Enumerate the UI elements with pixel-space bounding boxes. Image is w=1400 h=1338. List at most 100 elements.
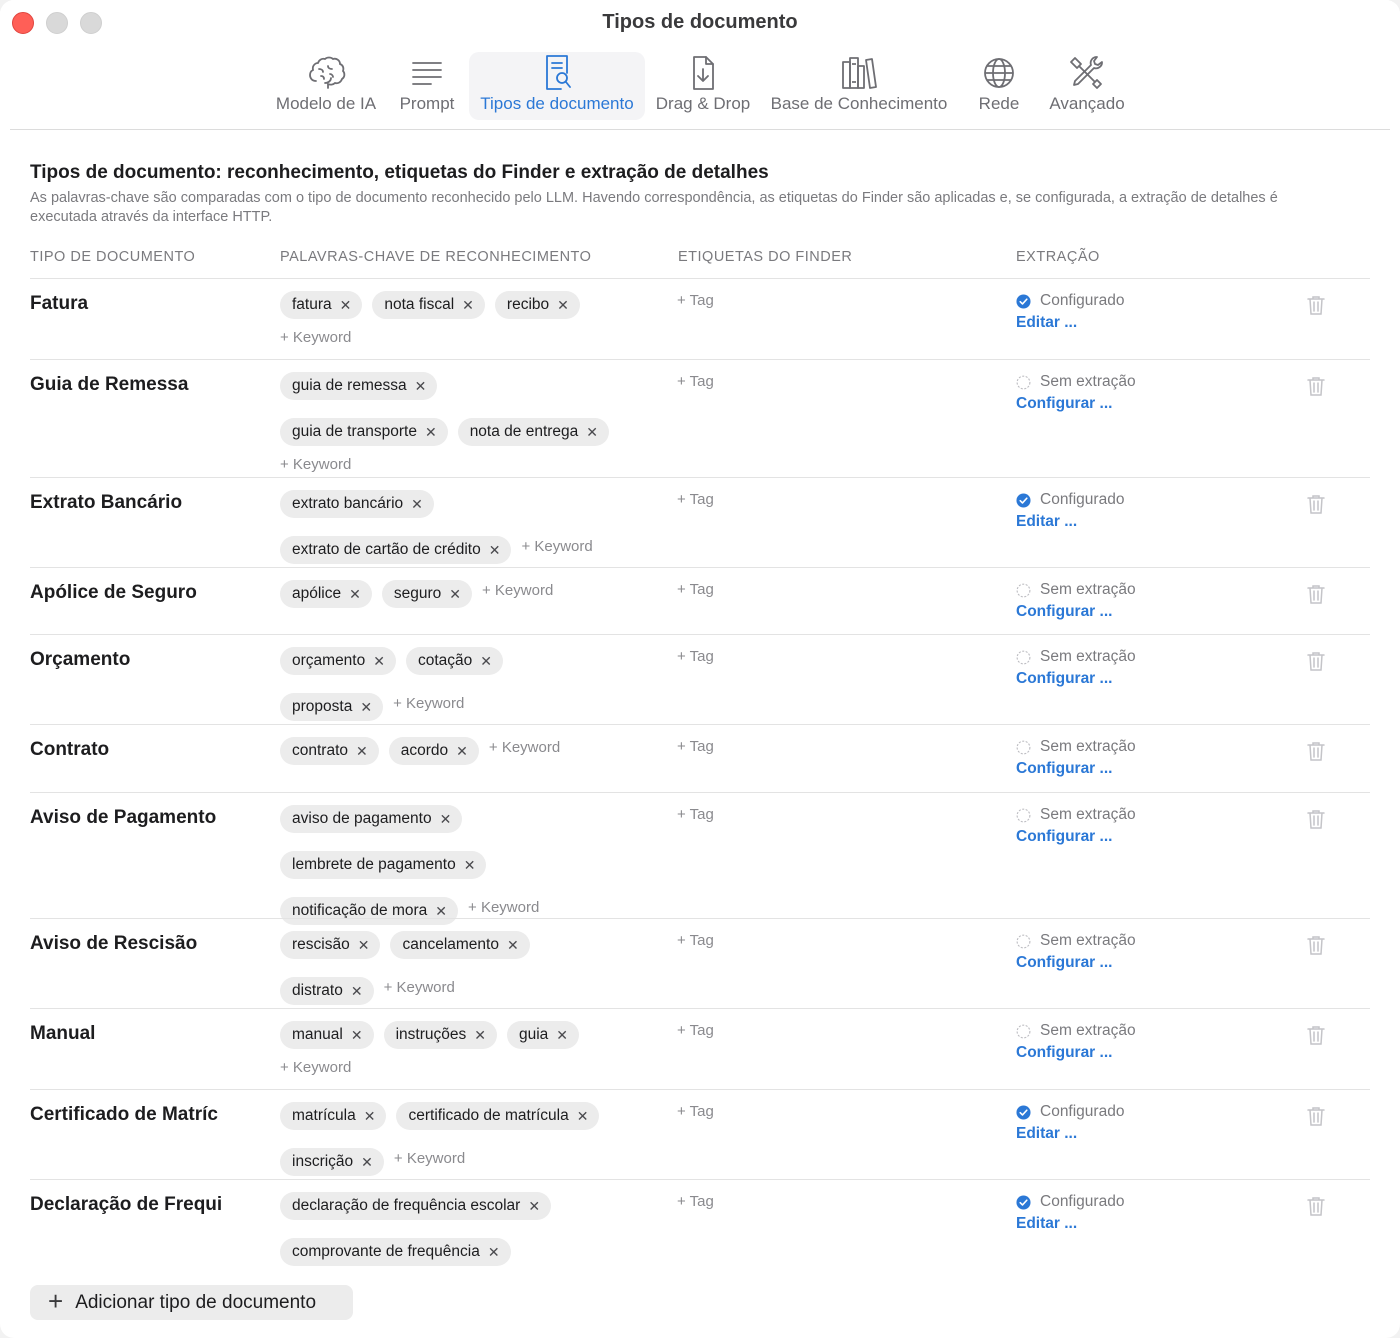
doc-type-name[interactable]: Aviso de Rescisão xyxy=(30,933,230,955)
remove-keyword-icon[interactable]: ✕ xyxy=(480,653,492,670)
add-keyword-button[interactable]: + Keyword xyxy=(482,581,553,607)
remove-keyword-icon[interactable]: ✕ xyxy=(507,937,519,954)
keyword-chip: instruções ✕ xyxy=(383,1021,497,1049)
doc-type-name[interactable]: Fatura xyxy=(30,293,230,315)
remove-keyword-icon[interactable]: ✕ xyxy=(360,699,372,716)
add-tag-button[interactable]: + Tag xyxy=(677,1103,714,1120)
add-keyword-button[interactable]: + Keyword xyxy=(393,694,464,720)
edit-extraction-link[interactable]: Editar ... xyxy=(1016,513,1124,531)
add-keyword-button[interactable]: + Keyword xyxy=(521,537,592,563)
remove-keyword-icon[interactable]: ✕ xyxy=(556,1027,568,1044)
add-tag-button[interactable]: + Tag xyxy=(677,491,714,508)
edit-extraction-link[interactable]: Editar ... xyxy=(1016,314,1124,332)
doc-type-name[interactable]: Certificado de Matríc xyxy=(30,1104,230,1126)
add-tag-button[interactable]: + Tag xyxy=(677,1193,714,1210)
remove-keyword-icon[interactable]: ✕ xyxy=(351,1027,363,1044)
doc-type-name[interactable]: Extrato Bancário xyxy=(30,492,230,514)
trash-icon[interactable] xyxy=(1306,650,1326,672)
configure-extraction-link[interactable]: Configurar ... xyxy=(1016,603,1136,621)
trash-icon[interactable] xyxy=(1306,808,1326,830)
doc-type-name[interactable]: Aviso de Pagamento xyxy=(30,807,230,829)
remove-keyword-icon[interactable]: ✕ xyxy=(364,1108,376,1125)
add-keyword-button[interactable]: + Keyword xyxy=(394,1149,465,1175)
trash-icon[interactable] xyxy=(1306,1195,1326,1217)
column-header-finder-tags: ETIQUETAS DO FINDER xyxy=(678,249,853,265)
remove-keyword-icon[interactable]: ✕ xyxy=(449,586,461,603)
doc-type-name[interactable]: Declaração de Frequi xyxy=(30,1194,230,1216)
add-keyword-button[interactable]: + Keyword xyxy=(489,738,560,764)
doc-type-name[interactable]: Orçamento xyxy=(30,649,230,671)
edit-extraction-link[interactable]: Editar ... xyxy=(1016,1215,1124,1233)
remove-keyword-icon[interactable]: ✕ xyxy=(425,424,437,441)
remove-keyword-icon[interactable]: ✕ xyxy=(361,1154,373,1171)
add-document-type-button[interactable]: + Adicionar tipo de documento xyxy=(30,1285,353,1320)
tab-drag-drop[interactable]: Drag & Drop xyxy=(652,52,754,120)
add-tag-button[interactable]: + Tag xyxy=(677,1022,714,1039)
extraction-cell: Sem extração Configurar ... xyxy=(1016,806,1136,846)
tab-avancado[interactable]: Avançado xyxy=(1044,52,1130,120)
remove-keyword-icon[interactable]: ✕ xyxy=(358,937,370,954)
add-tag-button[interactable]: + Tag xyxy=(677,648,714,665)
add-tag-button[interactable]: + Tag xyxy=(677,738,714,755)
remove-keyword-icon[interactable]: ✕ xyxy=(411,496,423,513)
keyword-chip: extrato de cartão de crédito ✕ xyxy=(280,536,512,564)
doc-type-name[interactable]: Manual xyxy=(30,1023,230,1045)
remove-keyword-icon[interactable]: ✕ xyxy=(577,1108,589,1125)
doc-type-name[interactable]: Guia de Remessa xyxy=(30,374,230,396)
trash-icon[interactable] xyxy=(1306,1105,1326,1127)
remove-keyword-icon[interactable]: ✕ xyxy=(586,424,598,441)
add-tag-button[interactable]: + Tag xyxy=(677,806,714,823)
configure-extraction-link[interactable]: Configurar ... xyxy=(1016,395,1136,413)
extraction-status-label: Sem extração xyxy=(1040,738,1136,755)
add-keyword-button[interactable]: + Keyword xyxy=(280,328,680,354)
configure-extraction-link[interactable]: Configurar ... xyxy=(1016,760,1136,778)
trash-icon[interactable] xyxy=(1306,1024,1326,1046)
keyword-chip: contrato ✕ xyxy=(280,737,379,765)
trash-icon[interactable] xyxy=(1306,740,1326,762)
doc-type-name[interactable]: Apólice de Seguro xyxy=(30,582,230,604)
doc-type-name[interactable]: Contrato xyxy=(30,739,230,761)
remove-keyword-icon[interactable]: ✕ xyxy=(528,1198,540,1215)
add-tag-button[interactable]: + Tag xyxy=(677,292,714,309)
add-tag-button[interactable]: + Tag xyxy=(677,373,714,390)
remove-keyword-icon[interactable]: ✕ xyxy=(351,983,363,1000)
add-keyword-button[interactable]: + Keyword xyxy=(384,978,455,1004)
remove-keyword-icon[interactable]: ✕ xyxy=(435,903,447,920)
remove-keyword-icon[interactable]: ✕ xyxy=(349,586,361,603)
remove-keyword-icon[interactable]: ✕ xyxy=(489,542,501,559)
tab-prompt[interactable]: Prompt xyxy=(394,52,460,120)
remove-keyword-icon[interactable]: ✕ xyxy=(415,378,427,395)
keyword-label: instruções xyxy=(395,1026,467,1043)
remove-keyword-icon[interactable]: ✕ xyxy=(356,743,368,760)
remove-keyword-icon[interactable]: ✕ xyxy=(373,653,385,670)
edit-extraction-link[interactable]: Editar ... xyxy=(1016,1125,1124,1143)
remove-keyword-icon[interactable]: ✕ xyxy=(340,297,352,314)
column-header-keywords: PALAVRAS-CHAVE DE RECONHECIMENTO xyxy=(280,249,592,265)
remove-keyword-icon[interactable]: ✕ xyxy=(456,743,468,760)
section-title: Tipos de documento: reconhecimento, etiq… xyxy=(30,162,769,183)
add-keyword-button[interactable]: + Keyword xyxy=(280,1058,680,1084)
add-tag-button[interactable]: + Tag xyxy=(677,581,714,598)
remove-keyword-icon[interactable]: ✕ xyxy=(464,857,476,874)
configure-extraction-link[interactable]: Configurar ... xyxy=(1016,828,1136,846)
remove-keyword-icon[interactable]: ✕ xyxy=(440,811,452,828)
trash-icon[interactable] xyxy=(1306,583,1326,605)
remove-keyword-icon[interactable]: ✕ xyxy=(462,297,474,314)
configure-extraction-link[interactable]: Configurar ... xyxy=(1016,1044,1136,1062)
remove-keyword-icon[interactable]: ✕ xyxy=(557,297,569,314)
trash-icon[interactable] xyxy=(1306,375,1326,397)
tab-modelo-de-ia[interactable]: Modelo de IA xyxy=(270,52,382,120)
remove-keyword-icon[interactable]: ✕ xyxy=(488,1244,500,1261)
tab-rede[interactable]: Rede xyxy=(974,52,1024,120)
tab-base-de-conhecimento[interactable]: Base de Conhecimento xyxy=(766,52,952,120)
configure-extraction-link[interactable]: Configurar ... xyxy=(1016,670,1136,688)
add-tag-button[interactable]: + Tag xyxy=(677,932,714,949)
tab-tipos-de-documento[interactable]: Tipos de documento xyxy=(469,52,645,120)
remove-keyword-icon[interactable]: ✕ xyxy=(474,1027,486,1044)
trash-icon[interactable] xyxy=(1306,934,1326,956)
trash-icon[interactable] xyxy=(1306,493,1326,515)
configure-extraction-link[interactable]: Configurar ... xyxy=(1016,954,1136,972)
trash-icon[interactable] xyxy=(1306,294,1326,316)
extraction-status-label: Sem extração xyxy=(1040,581,1136,598)
brain-icon xyxy=(270,54,382,92)
